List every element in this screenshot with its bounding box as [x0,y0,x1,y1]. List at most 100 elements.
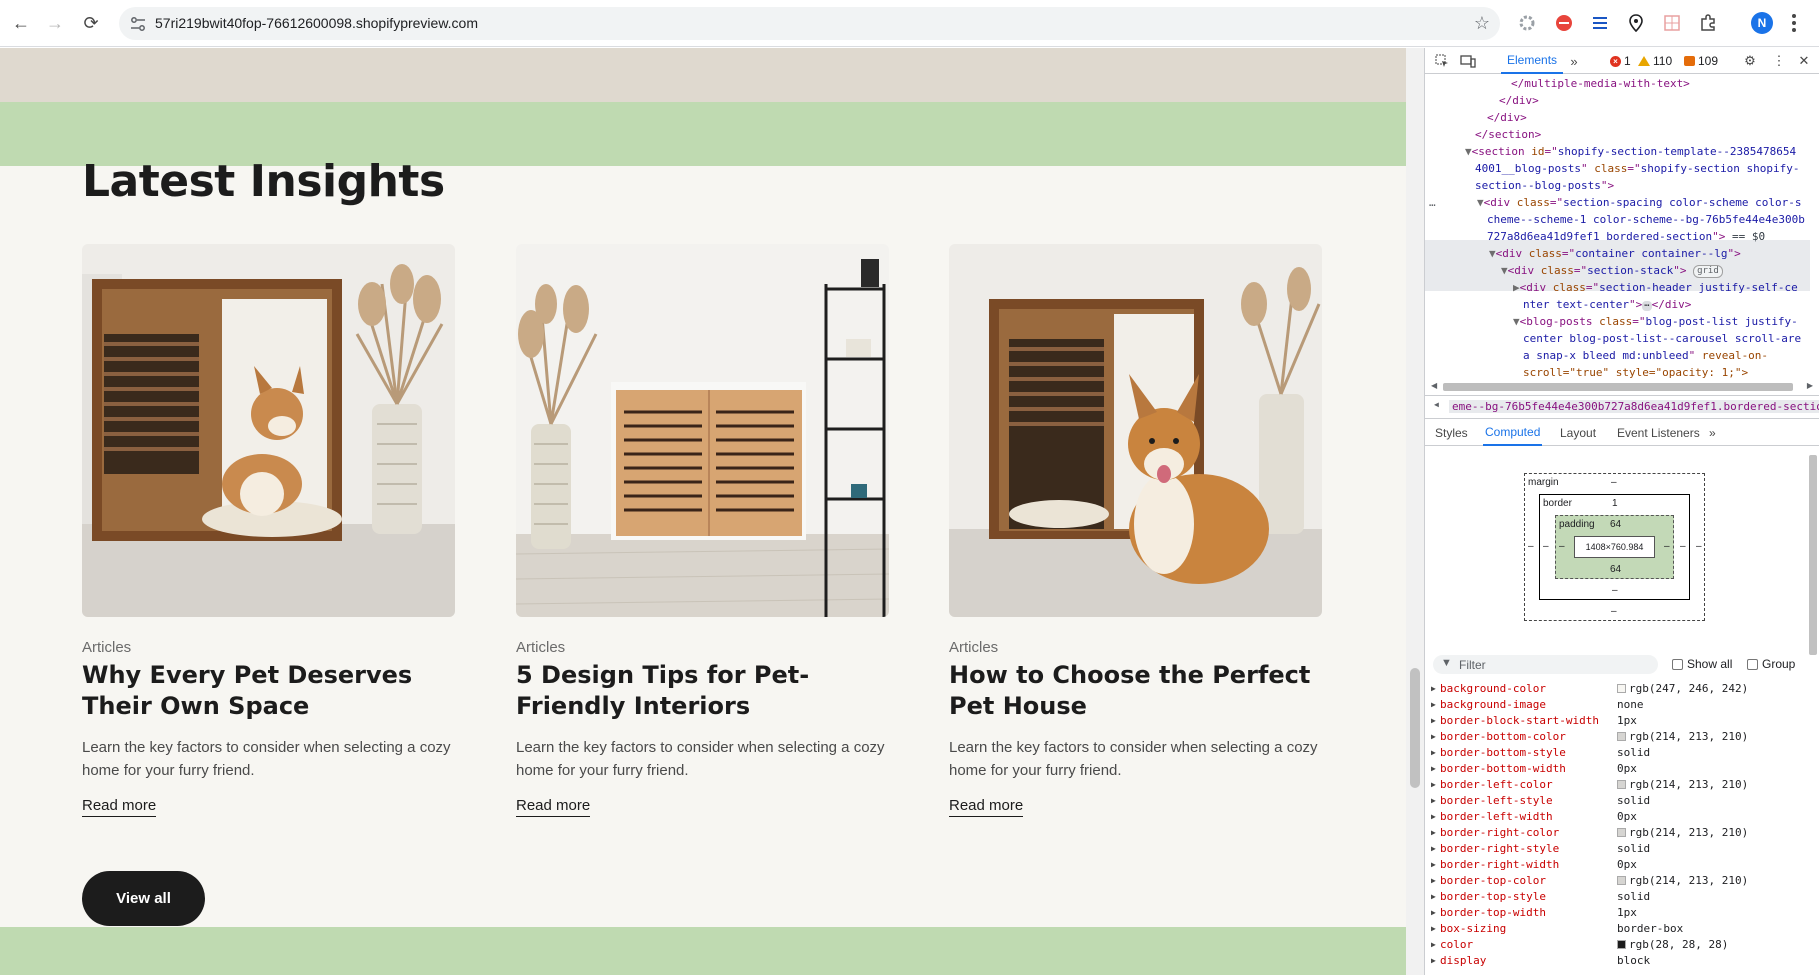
color-swatch[interactable] [1617,940,1626,949]
site-settings-icon[interactable] [129,15,147,33]
expand-arrow-icon[interactable]: ▶ [1431,745,1436,761]
dom-node-blog-cont[interactable]: center blog-post-list--carousel scroll-a… [1523,330,1801,347]
ext-grid-icon[interactable] [1661,12,1683,34]
dom-tree[interactable]: </multiple-media-with-text> </div> </div… [1425,75,1819,380]
computed-property-row[interactable]: ▶ border-left-width 0px [1425,809,1810,825]
content-box[interactable]: 1408×760.984 [1574,536,1655,558]
show-all-checkbox[interactable] [1672,659,1683,670]
filter-input[interactable]: ▼ Filter [1433,655,1658,674]
expand-arrow-icon[interactable]: ▶ [1431,825,1436,841]
expand-arrow-icon[interactable]: ▶ [1431,697,1436,713]
inspect-element-icon[interactable] [1433,52,1451,70]
padding-left-value[interactable]: – [1559,541,1565,552]
dom-node[interactable]: </div> [1499,92,1539,109]
color-swatch[interactable] [1617,828,1626,837]
expand-arrow-icon[interactable]: ▶ [1431,905,1436,921]
margin-bottom-value[interactable]: – [1611,606,1617,617]
tab-layout[interactable]: Layout [1558,420,1598,446]
error-count-badge[interactable]: × 1 [1610,54,1631,68]
color-swatch[interactable] [1617,780,1626,789]
blog-card[interactable]: Articles Why Every Pet Deserves Their Ow… [82,244,455,817]
card-title[interactable]: Why Every Pet Deserves Their Own Space [82,660,455,722]
node-actions-ellipsis[interactable]: … [1429,194,1436,211]
computed-property-row[interactable]: ▶ background-image none [1425,697,1810,713]
ext-list-icon[interactable] [1589,12,1611,34]
expand-arrow-icon[interactable]: ▶ [1431,953,1436,969]
page-scrollbar-thumb[interactable] [1410,668,1420,788]
padding-bottom-value[interactable]: 64 [1610,564,1621,575]
color-swatch[interactable] [1617,684,1626,693]
expand-arrow-icon[interactable]: ▶ [1431,761,1436,777]
blog-card[interactable]: Articles How to Choose the Perfect Pet H… [949,244,1322,817]
expand-arrow-icon[interactable]: ▶ [1431,937,1436,953]
grid-badge[interactable]: grid [1693,265,1723,278]
computed-property-row[interactable]: ▶ box-sizing border-box [1425,921,1810,937]
devtools-scrollbar-thumb[interactable] [1809,455,1817,655]
tab-styles[interactable]: Styles [1433,420,1470,446]
more-tabs-chevron-icon[interactable]: » [1565,52,1583,70]
more-panes-chevron-icon[interactable]: » [1707,420,1718,446]
view-all-button[interactable]: View all [82,871,205,926]
dom-node[interactable]: </div> [1487,109,1527,126]
dom-node-blog-cont[interactable]: scroll="true" style="opacity: 1;"> [1523,364,1748,380]
card-image[interactable] [516,244,889,617]
dom-node-blog-cont[interactable]: a snap-x bleed md:unbleed" reveal-on- [1523,347,1768,364]
border-box[interactable]: border 1 – – – padding 64 – – 64 1408×76… [1539,494,1690,600]
computed-property-row[interactable]: ▶ border-bottom-width 0px [1425,761,1810,777]
devtools-menu-icon[interactable]: ⋮ [1770,52,1788,70]
computed-property-row[interactable]: ▶ border-right-width 0px [1425,857,1810,873]
padding-box[interactable]: padding 64 – – 64 1408×760.984 [1555,515,1674,579]
expand-arrow-icon[interactable]: ▶ [1431,889,1436,905]
tab-event-listeners[interactable]: Event Listeners [1615,420,1702,446]
scroll-right-icon[interactable]: ▶ [1807,381,1813,390]
computed-property-row[interactable]: ▶ border-block-start-width 1px [1425,713,1810,729]
computed-property-row[interactable]: ▶ color rgb(28, 28, 28) [1425,937,1810,953]
read-more-link[interactable]: Read more [82,797,157,817]
computed-property-row[interactable]: ▶ border-bottom-style solid [1425,745,1810,761]
ext-ab-icon[interactable] [1553,12,1575,34]
color-swatch[interactable] [1617,876,1626,885]
dom-scrollbar-thumb[interactable] [1443,383,1793,391]
profile-avatar[interactable]: N [1751,12,1773,34]
expand-arrow-icon[interactable]: ▶ [1431,873,1436,889]
breadcrumb-item[interactable]: eme--bg-76b5fe44e4e300b727a8d6ea41d9fef1… [1449,400,1819,413]
dom-node-div-cont[interactable]: 727a8d6ea41d9fef1 bordered-section"> == … [1487,228,1765,245]
padding-top-value[interactable]: 64 [1610,519,1621,530]
puzzle-icon[interactable] [1697,12,1719,34]
dom-node-blog-posts[interactable]: ▼<blog-posts class="blog-post-list justi… [1513,313,1798,330]
border-bottom-value[interactable]: – [1612,585,1618,596]
reload-icon[interactable]: ⟳ [78,10,104,36]
page-scrollbar[interactable] [1406,48,1424,975]
dom-node-section-cont[interactable]: section--blog-posts"> [1475,177,1614,194]
ext-map-pin-icon[interactable] [1625,12,1647,34]
computed-property-row[interactable]: ▶ border-top-color rgb(214, 213, 210) [1425,873,1810,889]
computed-property-row[interactable]: ▶ border-right-color rgb(214, 213, 210) [1425,825,1810,841]
dom-node[interactable]: </section> [1475,126,1541,143]
read-more-link[interactable]: Read more [949,797,1024,817]
dom-node-header-cont[interactable]: nter text-center"> ⋯ </div> [1523,296,1691,313]
bookmark-star-icon[interactable]: ☆ [1474,13,1490,34]
border-top-value[interactable]: 1 [1612,498,1618,509]
forward-arrow-icon[interactable]: → [42,10,68,36]
expand-arrow-icon[interactable]: ▶ [1431,841,1436,857]
expand-arrow-icon[interactable]: ▶ [1431,857,1436,873]
margin-right-value[interactable]: – [1696,541,1702,552]
computed-property-row[interactable]: ▶ border-top-width 1px [1425,905,1810,921]
computed-property-row[interactable]: ▶ background-color rgb(247, 246, 242) [1425,681,1810,697]
expand-arrow-icon[interactable]: ▶ [1431,713,1436,729]
dom-horizontal-scrollbar[interactable]: ◀ ▶ [1431,381,1813,393]
issues-count-badge[interactable]: 109 [1684,54,1718,68]
computed-property-row[interactable]: ▶ border-bottom-color rgb(214, 213, 210) [1425,729,1810,745]
computed-property-row[interactable]: ▶ border-top-style solid [1425,889,1810,905]
address-bar[interactable]: 57ri219bwit40fop-76612600098.shopifyprev… [119,7,1500,40]
expand-arrow-icon[interactable]: ▶ [1431,681,1436,697]
tab-computed[interactable]: Computed [1483,420,1543,446]
collapsed-ellipsis-badge[interactable]: ⋯ [1642,301,1652,311]
url-text[interactable]: 57ri219bwit40fop-76612600098.shopifyprev… [155,15,478,31]
warning-count-badge[interactable]: 110 [1638,54,1672,68]
expand-arrow-icon[interactable]: ▶ [1431,809,1436,825]
card-title[interactable]: 5 Design Tips for Pet-Friendly Interiors [516,660,889,722]
border-right-value[interactable]: – [1680,541,1686,552]
back-arrow-icon[interactable]: ← [8,10,34,36]
padding-right-value[interactable]: – [1664,541,1670,552]
